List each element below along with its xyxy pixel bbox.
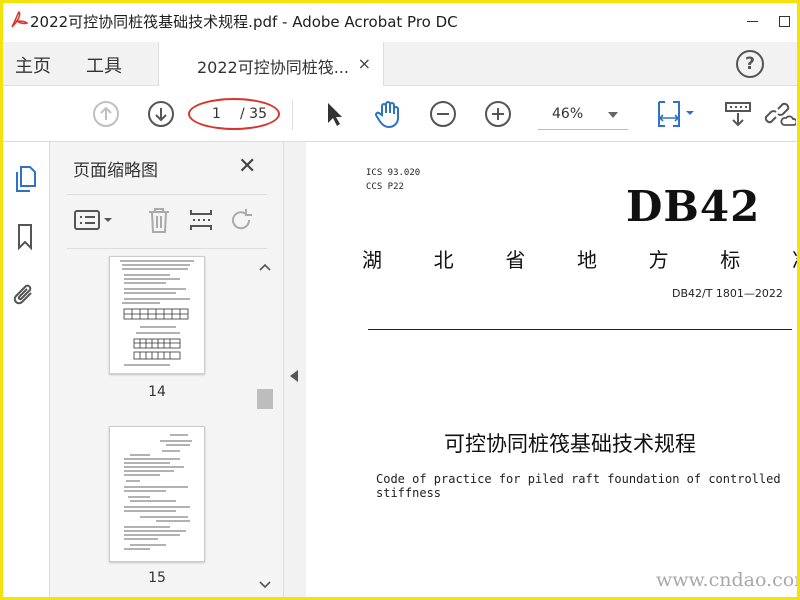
bookmarks-icon[interactable] [10,222,40,252]
attachments-icon[interactable] [10,280,40,310]
hand-tool-icon[interactable] [372,98,404,130]
share-link-icon[interactable] [764,98,796,130]
watermark-text: www.cndao.com [656,569,800,591]
help-icon[interactable]: ? [736,50,764,78]
window-controls [736,0,800,42]
scrollbar-thumb[interactable] [257,389,273,409]
db-code: DB42 [626,182,761,231]
chevron-down-icon[interactable] [259,578,271,592]
panel-divider [67,248,267,249]
document-view[interactable]: ICS 93.020 CCS P22 DB42 湖 北 省 地 方 标 准 DB… [306,142,800,600]
zoom-out-icon[interactable] [427,98,459,130]
document-title-cn: 可控协同桩筏基础技术规程 [444,432,696,456]
ics-code: ICS 93.020 [366,168,421,178]
title-bar: 2022可控协同桩筏基础技术规程.pdf - Adobe Acrobat Pro… [0,0,800,42]
previous-page-icon[interactable] [90,98,122,130]
thumbnail-options-icon[interactable] [71,204,117,236]
chevron-down-icon [608,112,618,118]
page-number-box[interactable]: 1 / 35 [188,98,280,130]
active-indicator [0,162,3,198]
insert-page-icon[interactable] [183,204,219,236]
maximize-button[interactable] [768,0,800,42]
maximize-icon [778,15,790,27]
thumbnail-label: 15 [148,570,166,586]
next-page-icon[interactable] [145,98,177,130]
tab-document-label: 2022可控协同桩筏... [197,58,349,77]
panel-title: 页面缩略图 [73,161,158,181]
page-thumbnail[interactable] [109,426,205,562]
standard-char: 准 [792,244,800,273]
tab-home[interactable]: 主页 [15,52,51,78]
select-cursor-icon[interactable] [318,98,350,130]
panel-collapse-strip[interactable] [284,142,306,600]
tab-tools[interactable]: 工具 [86,52,122,78]
minimize-icon [746,20,758,22]
minimize-button[interactable] [736,0,768,42]
rotate-icon[interactable] [223,204,259,236]
thumbnails-scrollbar[interactable] [255,256,273,598]
zoom-in-icon[interactable] [482,98,514,130]
ccs-code: CCS P22 [366,182,404,192]
standard-char: 标 [720,248,741,272]
acrobat-app-icon [8,9,30,31]
panel-divider [67,194,267,195]
tab-document[interactable]: 2022可控协同桩筏... × [158,42,384,86]
zoom-dropdown[interactable]: 46% [538,100,628,130]
toolbar-divider [292,100,293,130]
left-navigation-rail [0,142,50,600]
document-title-en: Code of practice for piled raft foundati… [376,472,781,500]
standard-char: 北 [433,248,454,272]
fit-page-icon[interactable] [652,98,698,130]
annotation-ellipse [188,98,280,130]
close-icon[interactable]: ✕ [238,154,256,179]
horizontal-rule [368,329,792,330]
toolbar: 1 / 35 46% [0,86,800,142]
thumbnail-label: 14 [148,384,166,400]
standard-char: 省 [505,248,526,272]
zoom-value: 46% [552,106,584,122]
thumbnails-panel: 页面缩略图 ✕ 14 15 [51,142,284,600]
tab-bar: 主页 工具 2022可控协同桩筏... × [0,42,800,86]
standard-char: 方 [648,248,669,272]
standard-heading: 湖 北 省 地 方 标 准 [362,244,800,273]
delete-icon[interactable] [141,204,177,236]
standard-number: DB42/T 1801—2022 [672,287,783,300]
window-title: 2022可控协同桩筏基础技术规程.pdf - Adobe Acrobat Pro… [30,13,458,31]
standard-char: 地 [576,248,597,272]
page-thumbnail[interactable] [109,256,205,374]
tab-close-icon[interactable]: × [358,54,371,73]
page-thumbnails-icon[interactable] [10,164,40,194]
scroll-mode-icon[interactable] [722,98,754,130]
collapse-left-icon[interactable] [290,370,298,382]
standard-char: 湖 [362,248,382,272]
chevron-up-icon[interactable] [259,260,271,274]
